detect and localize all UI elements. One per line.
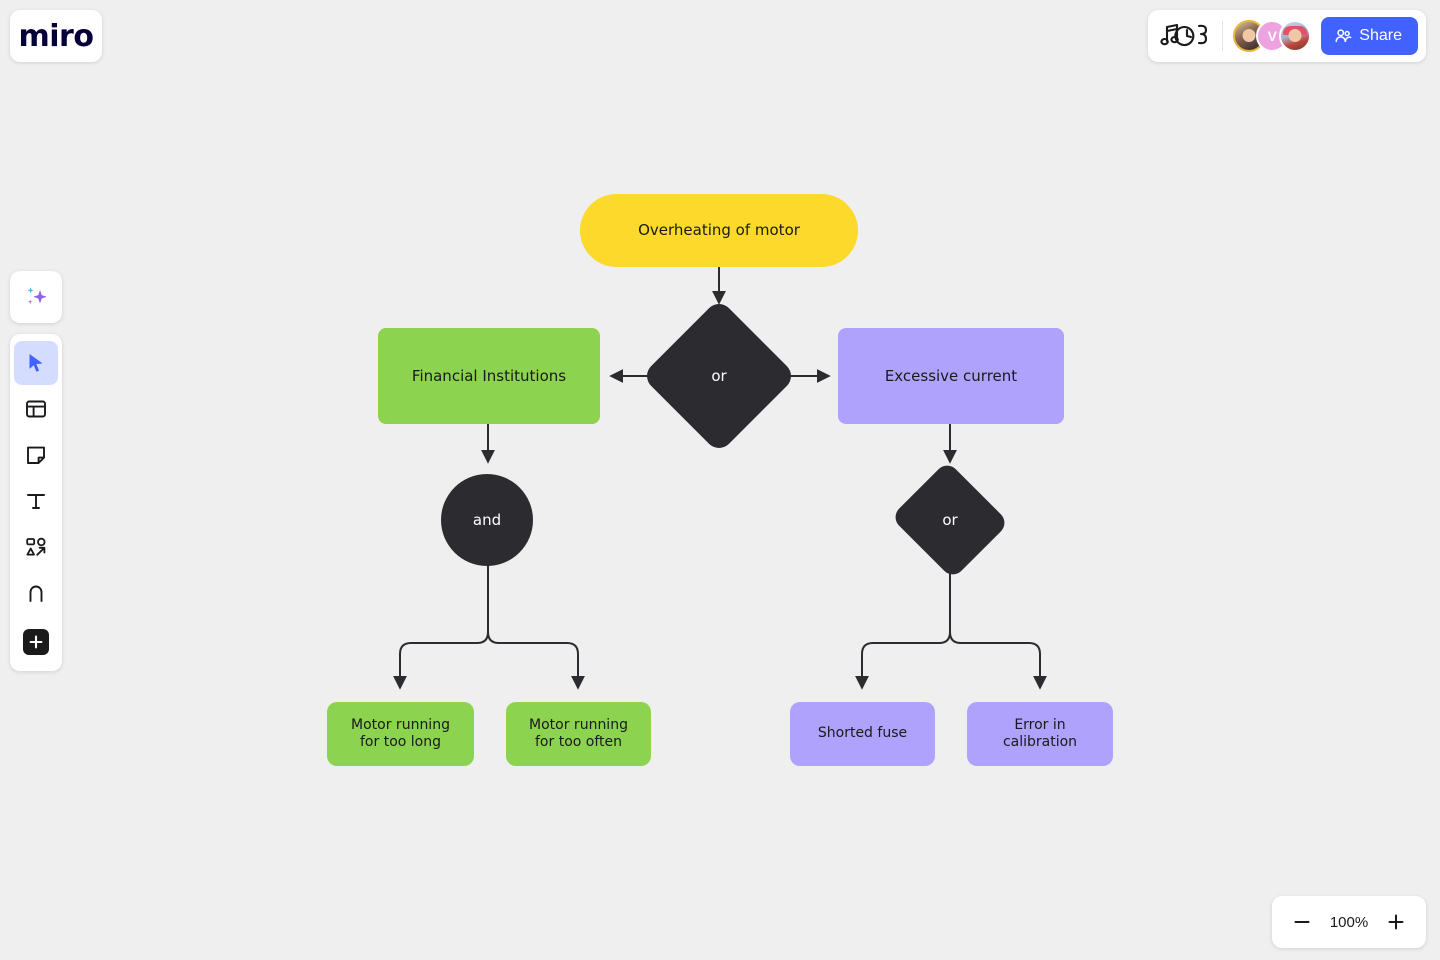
frame-icon <box>26 400 46 418</box>
top-right-toolbar: V Share <box>1148 10 1426 62</box>
music-notes-doodle-icon[interactable] <box>1160 21 1212 51</box>
node-label: Shorted fuse <box>817 725 908 742</box>
zoom-level-label: 100% <box>1329 913 1369 931</box>
sparkles-icon <box>27 287 47 305</box>
ai-tool-button[interactable] <box>10 271 62 323</box>
avatar-face <box>1242 29 1256 42</box>
share-label: Share <box>1359 27 1402 44</box>
left-toolbar <box>10 334 62 671</box>
node-label: Error in calibration <box>1002 716 1078 751</box>
collaborator-avatars: V <box>1233 20 1312 52</box>
pen-icon <box>29 585 43 602</box>
tool-pen[interactable] <box>14 571 58 615</box>
gate-and-left[interactable]: and <box>441 474 533 566</box>
tool-more-apps[interactable] <box>14 620 58 664</box>
avatar[interactable] <box>1279 20 1312 52</box>
node-error-in-calibration[interactable]: Error in calibration <box>967 702 1113 766</box>
node-label: Excessive current <box>884 366 1018 385</box>
zoom-control: 100% <box>1272 896 1426 948</box>
gate-label: or <box>942 511 958 529</box>
node-overheating-of-motor[interactable]: Overheating of motor <box>580 194 858 267</box>
board-canvas[interactable]: Overheating of motor or Financial Instit… <box>0 0 1440 960</box>
miro-logo[interactable]: miro <box>10 10 102 62</box>
node-shorted-fuse[interactable]: Shorted fuse <box>790 702 935 766</box>
plus-icon <box>1388 914 1404 930</box>
node-label: Motor running for too often <box>529 716 628 751</box>
gate-label: or <box>711 367 727 385</box>
gate-or-right[interactable]: or <box>890 460 1010 580</box>
gate-label: and <box>472 511 502 529</box>
tool-sticky-note[interactable] <box>14 433 58 477</box>
minus-icon <box>1294 921 1310 923</box>
toolbar-divider <box>1222 21 1224 51</box>
zoom-out-button[interactable] <box>1286 906 1318 938</box>
node-motor-running-for-too-often[interactable]: Motor running for too often <box>506 702 651 766</box>
node-excessive-current[interactable]: Excessive current <box>838 328 1064 424</box>
cursor-icon <box>29 354 43 372</box>
logo-text: miro <box>18 18 94 54</box>
zoom-in-button[interactable] <box>1380 906 1412 938</box>
node-financial-institutions[interactable]: Financial Institutions <box>378 328 600 424</box>
node-motor-running-for-too-long[interactable]: Motor running for too long <box>327 702 474 766</box>
people-icon <box>1335 29 1352 43</box>
node-label: Financial Institutions <box>411 366 567 385</box>
plus-icon <box>29 635 43 649</box>
miro-board-app: Overheating of motor or Financial Instit… <box>0 0 1440 960</box>
text-icon <box>27 494 45 509</box>
tool-shapes[interactable] <box>14 525 58 569</box>
node-label: Overheating of motor <box>638 221 800 240</box>
tool-text[interactable] <box>14 479 58 523</box>
plus-box <box>23 629 49 655</box>
tool-templates[interactable] <box>14 387 58 431</box>
shapes-icon <box>26 537 46 556</box>
gate-or-top[interactable]: or <box>641 298 797 454</box>
connector-layer <box>393 266 1047 690</box>
node-label: Motor running for too long <box>351 716 450 751</box>
avatar-face <box>1288 29 1302 42</box>
avatar-initial: V <box>1267 28 1277 44</box>
tool-select[interactable] <box>14 341 58 385</box>
sticky-note-icon <box>27 446 45 464</box>
share-button[interactable]: Share <box>1321 17 1418 55</box>
